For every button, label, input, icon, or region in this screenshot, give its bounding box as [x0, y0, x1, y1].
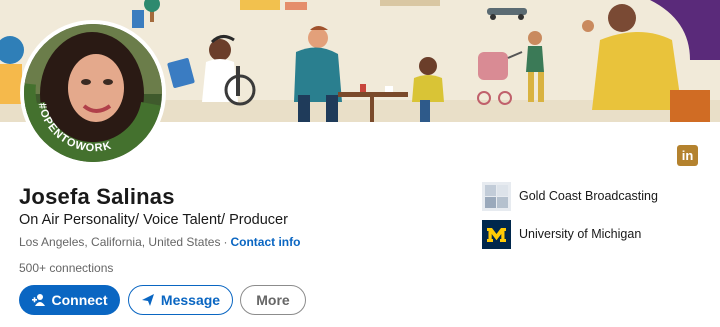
profile-photo: #OPENTOWORK [24, 24, 162, 162]
michigan-block-m-icon [482, 219, 511, 249]
profile-headline: On Air Personality/ Voice Talent/ Produc… [19, 212, 288, 228]
contact-info-link[interactable]: Contact info [230, 235, 300, 249]
open-to-work-frame: #OPENTOWORK [24, 83, 162, 162]
avatar[interactable]: #OPENTOWORK [20, 20, 166, 166]
experience-item-gold-coast[interactable]: Gold Coast Broadcasting [482, 180, 702, 212]
separator: · [223, 235, 228, 249]
education-name: University of Michigan [519, 227, 642, 241]
connect-button[interactable]: Connect [19, 285, 120, 315]
message-button[interactable]: Message [128, 285, 233, 315]
connect-label: Connect [51, 292, 108, 308]
education-item-michigan[interactable]: University of Michigan [482, 218, 702, 250]
linkedin-logo-icon: in [677, 145, 698, 166]
message-label: Message [160, 292, 221, 308]
add-person-icon [31, 293, 46, 307]
more-label: More [256, 292, 290, 308]
gold-coast-logo-icon [482, 181, 511, 211]
connections-count[interactable]: 500+ connections [19, 261, 113, 275]
more-button[interactable]: More [240, 285, 306, 315]
location-row: Los Angeles, California, United States · C… [19, 235, 300, 249]
profile-card: #OPENTOWORK in Josefa Salinas On Air Per… [0, 0, 720, 327]
profile-name: Josefa Salinas [19, 184, 175, 209]
profile-location: Los Angeles, California, United States [19, 235, 221, 249]
send-icon [141, 293, 155, 307]
experience-name: Gold Coast Broadcasting [519, 189, 658, 203]
